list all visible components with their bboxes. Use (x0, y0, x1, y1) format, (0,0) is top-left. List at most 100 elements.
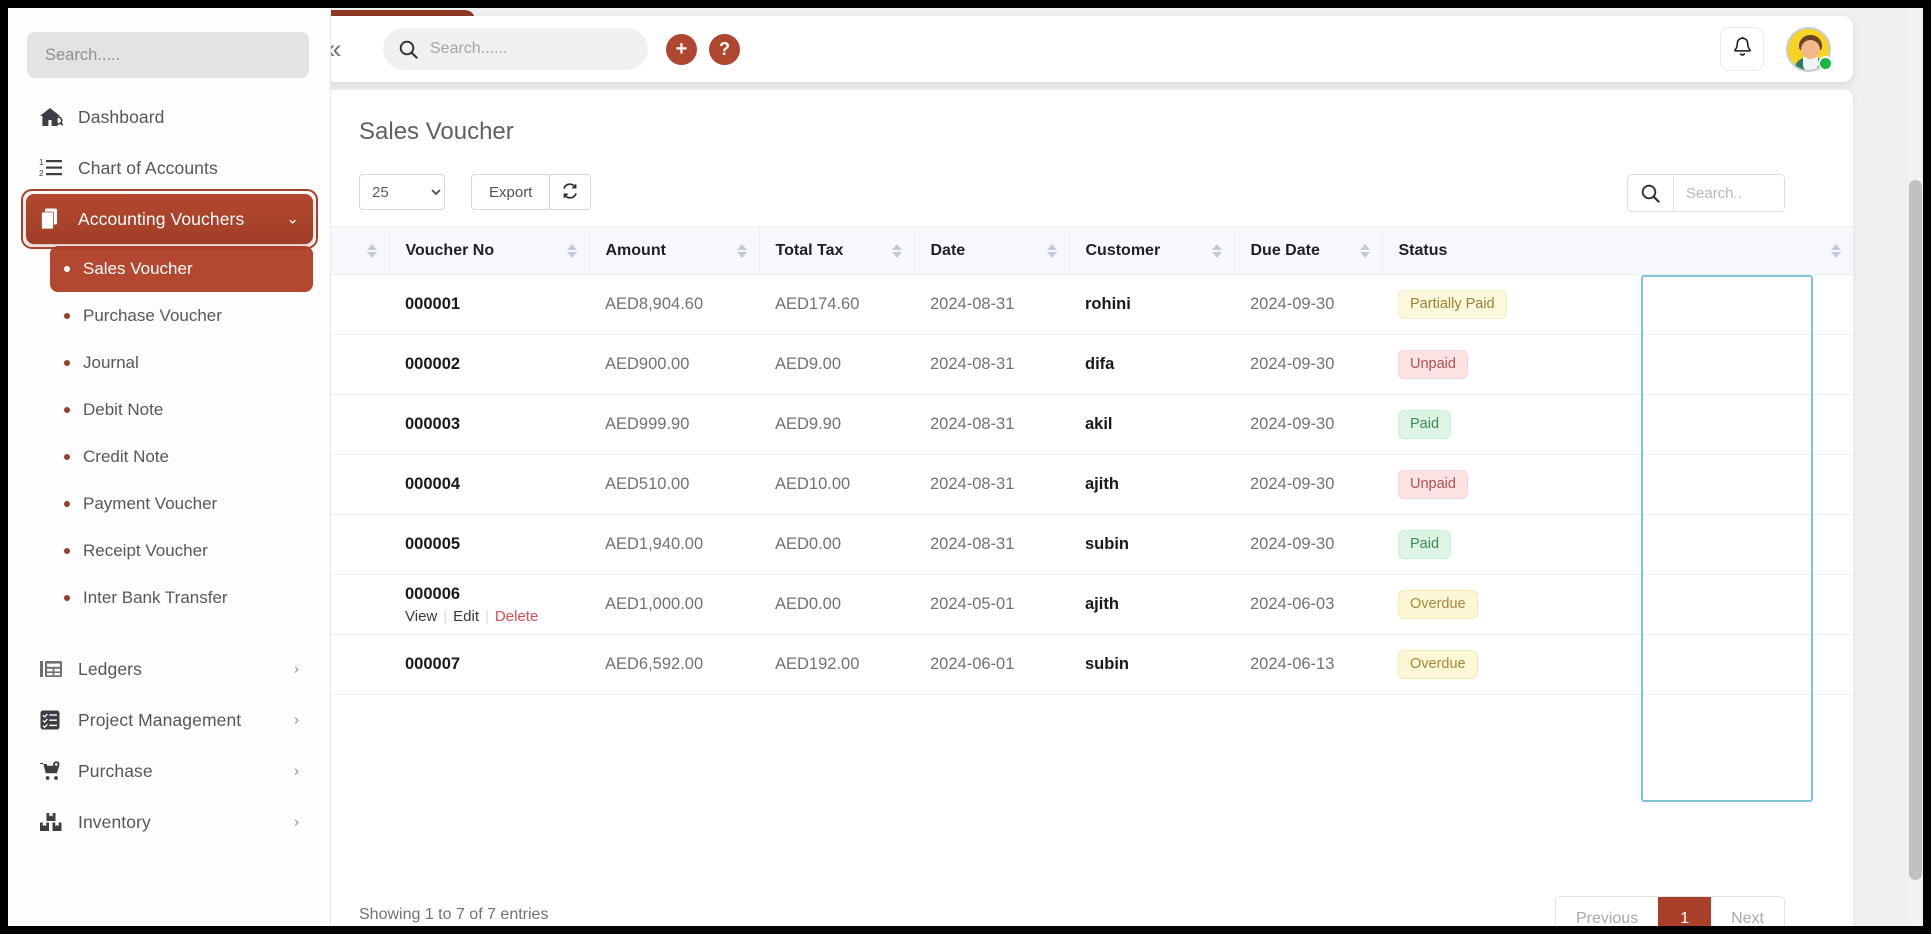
sort-toggle-icon[interactable] (1211, 243, 1222, 258)
view-link[interactable]: View (405, 608, 437, 625)
sidebar-item-chart-of-accounts[interactable]: 1 2 Chart of Accounts (26, 143, 313, 193)
sidebar-subitem-journal[interactable]: Journal (50, 340, 313, 386)
plus-icon: + (675, 38, 688, 60)
cell-due-date: 2024-09-30 (1234, 274, 1382, 335)
sidebar-item-inventory[interactable]: Inventory › (26, 797, 313, 847)
sidebar-subitem-label: Receipt Voucher (83, 541, 208, 560)
column-label: Status (1398, 241, 1448, 259)
bullet-icon (64, 595, 70, 601)
page-title: Sales Voucher (359, 118, 514, 145)
sidebar-item-project-management[interactable]: Project Management › (26, 695, 313, 745)
sidebar-subitem-label: Debit Note (83, 400, 164, 419)
add-new-button[interactable]: + (666, 33, 697, 65)
sidebar-item-accounting-vouchers[interactable]: Accounting Vouchers ⌄ (21, 189, 318, 249)
pagination-page-1[interactable]: 1 (1658, 897, 1712, 926)
cell-total-tax: AED0.00 (759, 514, 914, 575)
table-row[interactable]: 7000007AED6,592.00AED192.002024-06-01sub… (289, 634, 1853, 695)
status-badge: Paid (1398, 529, 1452, 560)
cell-amount: AED6,592.00 (589, 634, 759, 695)
sort-toggle-icon[interactable] (1359, 243, 1370, 258)
sidebar-subitem-sales-voucher[interactable]: Sales Voucher (50, 246, 313, 292)
global-search-box[interactable] (383, 28, 648, 70)
column-header-amount[interactable]: Amount (589, 226, 760, 275)
home-icon (38, 104, 64, 130)
pagination-next[interactable]: Next (1711, 897, 1784, 926)
sidebar-item-label: Project Management (78, 709, 242, 730)
vertical-scrollbar-thumb[interactable] (1909, 180, 1922, 880)
sort-toggle-icon[interactable] (891, 243, 902, 258)
status-badge: Paid (1398, 409, 1452, 440)
sidebar: Dashboard 1 2 Chart of Accounts (8, 8, 331, 926)
search-icon (1628, 175, 1674, 211)
sort-toggle-icon[interactable] (736, 243, 747, 258)
pagination-previous[interactable]: Previous (1555, 897, 1659, 926)
column-header-customer[interactable]: Customer (1069, 226, 1235, 275)
top-header-bar: « + ? (289, 16, 1853, 82)
shopping-cart-icon (38, 758, 64, 784)
sidebar-item-label: Chart of Accounts (78, 157, 218, 178)
cell-voucher-no: 000003 (389, 394, 589, 455)
table-toolbar: 10 25 50 100 Export (359, 174, 592, 210)
sidebar-subitem-receipt-voucher[interactable]: Receipt Voucher (50, 528, 313, 574)
sidebar-subitem-label: Journal (83, 353, 139, 372)
sidebar-search-input[interactable] (27, 32, 309, 78)
help-button[interactable]: ? (709, 33, 740, 65)
column-header-total-tax[interactable]: Total Tax (759, 226, 915, 275)
sidebar-subitem-label: Payment Voucher (83, 494, 218, 513)
question-mark-icon: ? (719, 39, 730, 59)
column-label: Due Date (1250, 241, 1320, 259)
cell-voucher-no: 000004 (389, 454, 589, 515)
column-header-voucher-no[interactable]: Voucher No (389, 226, 590, 275)
header-right-cluster (1720, 26, 1833, 72)
table-row[interactable]: 5000005AED1,940.00AED0.002024-08-31subin… (289, 514, 1853, 575)
page-length-select[interactable]: 10 25 50 100 (359, 174, 445, 210)
sidebar-item-purchase[interactable]: Purchase › (26, 746, 313, 796)
sidebar-subitem-label: Credit Note (83, 447, 169, 466)
table-row[interactable]: 3000003AED999.90AED9.902024-08-31akil202… (289, 394, 1853, 455)
cell-date: 2024-08-31 (914, 394, 1069, 455)
sidebar-item-label: Accounting Vouchers (78, 208, 245, 229)
chevron-right-icon: › (294, 813, 299, 831)
table-row[interactable]: 1000001AED8,904.60AED174.602024-08-31roh… (289, 274, 1853, 335)
sort-toggle-icon[interactable] (366, 243, 377, 258)
sidebar-subitem-purchase-voucher[interactable]: Purchase Voucher (50, 293, 313, 339)
table-search-input[interactable] (1674, 175, 1784, 211)
table-search-box[interactable] (1627, 174, 1785, 212)
edit-link[interactable]: Edit (453, 608, 479, 625)
global-search-input[interactable] (430, 40, 620, 58)
sidebar-item-ledgers[interactable]: Ledgers › (26, 644, 313, 694)
sidebar-subitem-payment-voucher[interactable]: Payment Voucher (50, 481, 313, 527)
table-row[interactable]: 2000002AED900.00AED9.002024-08-31difa202… (289, 334, 1853, 395)
bullet-icon (64, 360, 70, 366)
column-header-status[interactable]: Status (1382, 226, 1853, 275)
sort-toggle-icon[interactable] (566, 243, 577, 258)
sidebar-submenu-accounting-vouchers: Sales Voucher Purchase Voucher Journal D… (8, 246, 331, 621)
sort-toggle-icon[interactable] (1046, 243, 1057, 258)
sidebar-divider-space (8, 622, 331, 644)
column-label: Amount (605, 241, 666, 259)
bullet-icon (64, 313, 70, 319)
sidebar-subitem-label: Purchase Voucher (83, 306, 222, 325)
sidebar-subitem-debit-note[interactable]: Debit Note (50, 387, 313, 433)
table-row[interactable]: 4000004AED510.00AED10.002024-08-31ajith2… (289, 454, 1853, 515)
cell-amount: AED999.90 (589, 394, 759, 455)
pagination: Previous 1 Next (1554, 896, 1785, 926)
cell-due-date: 2024-09-30 (1234, 454, 1382, 515)
chevron-right-icon: › (294, 660, 299, 678)
export-button[interactable]: Export (471, 174, 550, 210)
cell-status: Unpaid (1382, 454, 1853, 515)
column-header-date[interactable]: Date (914, 226, 1070, 275)
action-separator: | (485, 607, 489, 625)
table-row[interactable]: 6000006View|Edit|DeleteAED1,000.00AED0.0… (289, 574, 1853, 635)
sidebar-subitem-credit-note[interactable]: Credit Note (50, 434, 313, 480)
sidebar-item-dashboard[interactable]: Dashboard (26, 92, 313, 142)
cell-total-tax: AED0.00 (759, 574, 914, 635)
chevron-right-icon: › (294, 762, 299, 780)
sidebar-subitem-inter-bank-transfer[interactable]: Inter Bank Transfer (50, 575, 313, 621)
refresh-button[interactable] (549, 174, 592, 210)
sort-toggle-icon[interactable] (1831, 243, 1841, 258)
delete-link[interactable]: Delete (495, 608, 538, 625)
search-icon (399, 40, 418, 59)
column-header-due-date[interactable]: Due Date (1234, 226, 1383, 275)
notifications-button[interactable] (1720, 27, 1764, 71)
